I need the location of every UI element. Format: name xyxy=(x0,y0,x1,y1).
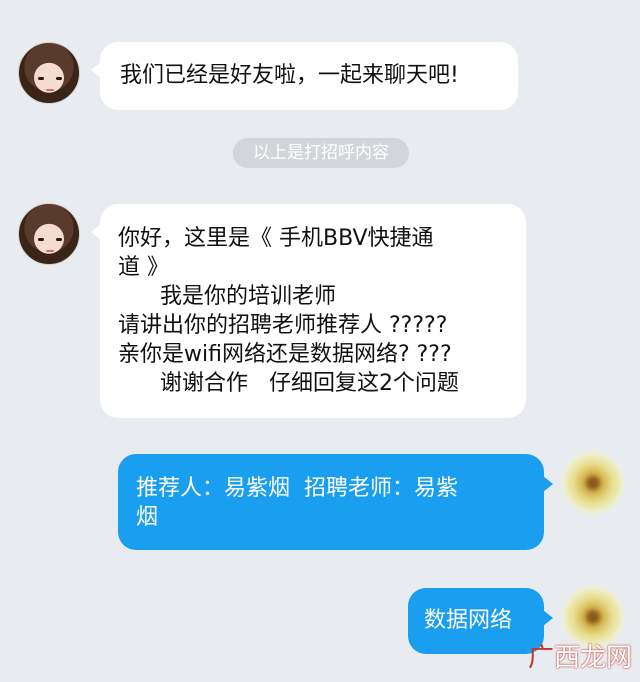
watermark-logo: 广西龙网 xyxy=(528,637,632,674)
message-line: 你好，这里是《 手机BBV快捷通 xyxy=(118,226,434,251)
avatar-eye xyxy=(56,238,62,241)
avatar-mouth xyxy=(46,89,54,91)
avatar-eye xyxy=(56,77,62,80)
watermark-prefix: 广 xyxy=(527,643,554,673)
avatar-eye xyxy=(38,238,44,241)
avatar-mouth xyxy=(46,250,54,252)
message-text: 我们已经是好友啦，一起来聊天吧! xyxy=(120,63,459,88)
message-line: 请讲出你的招聘老师推荐人 ????? xyxy=(118,313,448,338)
message-line: 我是你的培训老师 xyxy=(118,284,336,309)
contact-avatar[interactable] xyxy=(18,42,80,104)
outgoing-message-bubble[interactable]: 推荐人：易紫烟 招聘老师：易紫 烟 xyxy=(118,454,553,550)
message-line: 谢谢合作 仔细回复这2个问题 xyxy=(118,371,459,396)
system-notice: 以上是打招呼内容 xyxy=(233,138,409,168)
watermark-text: 西龙网 xyxy=(553,643,632,673)
contact-avatar[interactable] xyxy=(18,203,80,265)
message-line: 推荐人：易紫烟 招聘老师：易紫 xyxy=(136,476,458,501)
message-line: 烟 xyxy=(136,505,159,530)
message-text: 数据网络 xyxy=(424,608,513,633)
message-line: 亲你是wifi网络还是数据网络? ??? xyxy=(118,342,452,367)
avatar-eye xyxy=(38,77,44,80)
self-avatar[interactable] xyxy=(562,452,624,514)
incoming-message-bubble[interactable]: 你好，这里是《 手机BBV快捷通 道 》 我是你的培训老师 请讲出你的招聘老师推… xyxy=(91,204,526,418)
message-line: 道 》 xyxy=(118,255,169,280)
outgoing-message-bubble[interactable]: 数据网络 xyxy=(408,588,553,654)
incoming-message-bubble[interactable]: 我们已经是好友啦，一起来聊天吧! xyxy=(91,42,518,110)
